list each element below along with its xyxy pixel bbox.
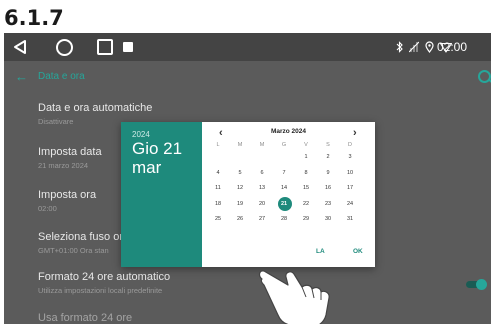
app-bar: ← Data e ora bbox=[4, 61, 491, 94]
gallery-icon[interactable] bbox=[123, 42, 133, 52]
pointing-hand-icon bbox=[258, 270, 330, 324]
weekday-label: S bbox=[326, 142, 330, 148]
setting-subtitle: Utilizza impostazioni locali predefinite bbox=[38, 286, 163, 295]
status-clock: 02:00 bbox=[437, 40, 468, 54]
weekday-label: G bbox=[281, 142, 287, 148]
calendar-day[interactable]: 1 bbox=[296, 151, 316, 163]
location-icon bbox=[425, 41, 434, 53]
calendar-day[interactable]: 28 bbox=[274, 213, 294, 225]
calendar-day[interactable]: 30 bbox=[318, 213, 338, 225]
calendar-day[interactable]: 9 bbox=[318, 167, 338, 179]
toggle-knob bbox=[476, 279, 487, 290]
calendar-day[interactable]: 19 bbox=[230, 198, 250, 210]
month-label: Marzo 2024 bbox=[270, 128, 307, 135]
date-picker-dialog: 2024 Gio 21 mar ‹ Marzo 2024 › LMMGVSD12… bbox=[121, 122, 375, 267]
setting-set-date[interactable]: Imposta data 21 marzo 2024 bbox=[38, 146, 102, 170]
calendar-day[interactable]: 31 bbox=[340, 213, 360, 225]
cancel-button[interactable]: LA bbox=[316, 248, 325, 255]
calendar-day[interactable]: 12 bbox=[230, 182, 250, 194]
back-icon[interactable] bbox=[12, 39, 28, 55]
picker-selected-date: Gio 21 mar bbox=[132, 139, 183, 177]
picker-year[interactable]: 2024 bbox=[132, 130, 150, 139]
ok-button[interactable]: OK bbox=[353, 248, 363, 255]
calendar: ‹ Marzo 2024 › L M M G V S D 1 2 3 4 5 6 7 8 9 10 11 12 13 1… bbox=[202, 122, 375, 267]
calendar-day[interactable]: 2 bbox=[318, 151, 338, 163]
calendar-day[interactable]: 22 bbox=[296, 198, 316, 210]
setting-subtitle: 02:00 bbox=[38, 204, 57, 213]
setting-subtitle: GMT+01:00 Ora stan bbox=[38, 246, 109, 255]
calendar-day[interactable]: 17 bbox=[340, 182, 360, 194]
setting-title: Imposta ora bbox=[38, 189, 97, 201]
signal-off-icon bbox=[409, 41, 419, 53]
calendar-day[interactable]: 11 bbox=[208, 182, 228, 194]
weekday-label: V bbox=[304, 142, 308, 148]
calendar-day[interactable]: 15 bbox=[296, 182, 316, 194]
calendar-day[interactable]: 29 bbox=[296, 213, 316, 225]
calendar-day[interactable]: 13 bbox=[252, 182, 272, 194]
page-title: Data e ora bbox=[38, 71, 85, 82]
calendar-day[interactable]: 7 bbox=[274, 167, 294, 179]
setting-auto-24h[interactable]: Formato 24 ore automatico Utilizza impos… bbox=[38, 271, 170, 295]
setting-title: Imposta data bbox=[38, 146, 102, 158]
setting-use-24h[interactable]: Usa formato 24 ore bbox=[38, 312, 132, 324]
section-number: 6.1.7 bbox=[4, 6, 64, 30]
weekday-label: L bbox=[216, 142, 220, 148]
setting-title: Seleziona fuso or bbox=[38, 231, 123, 243]
calendar-day-selected[interactable]: 21 bbox=[274, 196, 294, 211]
calendar-day[interactable]: 23 bbox=[318, 198, 338, 210]
search-icon[interactable] bbox=[478, 70, 491, 83]
setting-subtitle: 21 marzo 2024 bbox=[38, 161, 89, 170]
weekday-label: M bbox=[259, 142, 265, 148]
calendar-day[interactable]: 14 bbox=[274, 182, 294, 194]
calendar-day[interactable]: 25 bbox=[208, 213, 228, 225]
setting-time-zone[interactable]: Seleziona fuso or GMT+01:00 Ora stan bbox=[38, 231, 123, 255]
weekday-label: M bbox=[237, 142, 243, 148]
calendar-day[interactable]: 10 bbox=[340, 167, 360, 179]
calendar-day[interactable]: 24 bbox=[340, 198, 360, 210]
next-month-icon[interactable]: › bbox=[353, 127, 357, 139]
setting-set-time[interactable]: Imposta ora 02:00 bbox=[38, 189, 96, 213]
home-icon[interactable] bbox=[56, 39, 73, 56]
calendar-day[interactable]: 16 bbox=[318, 182, 338, 194]
calendar-day[interactable]: 20 bbox=[252, 198, 272, 210]
calendar-day[interactable]: 27 bbox=[252, 213, 272, 225]
setting-title: Usa formato 24 ore bbox=[38, 312, 133, 324]
calendar-day[interactable]: 26 bbox=[230, 213, 250, 225]
calendar-day[interactable]: 6 bbox=[252, 167, 272, 179]
setting-title: Formato 24 ore automatico bbox=[38, 271, 171, 283]
back-arrow-icon[interactable]: ← bbox=[15, 70, 28, 84]
calendar-day[interactable]: 4 bbox=[208, 167, 228, 179]
weekday-label: D bbox=[348, 142, 352, 148]
calendar-day[interactable]: 18 bbox=[208, 198, 228, 210]
calendar-day[interactable]: 5 bbox=[230, 167, 250, 179]
date-picker-header: 2024 Gio 21 mar bbox=[121, 122, 202, 267]
device-screen: 02:00 ← Data e ora Data e ora automatich… bbox=[4, 33, 491, 324]
recent-apps-icon[interactable] bbox=[97, 39, 113, 55]
calendar-day[interactable]: 8 bbox=[296, 167, 316, 179]
calendar-day[interactable]: 3 bbox=[340, 151, 360, 163]
setting-title: Data e ora automatiche bbox=[38, 102, 153, 114]
bluetooth-icon bbox=[396, 41, 403, 53]
auto-24h-toggle[interactable] bbox=[466, 279, 487, 290]
system-bar: 02:00 bbox=[4, 33, 491, 61]
